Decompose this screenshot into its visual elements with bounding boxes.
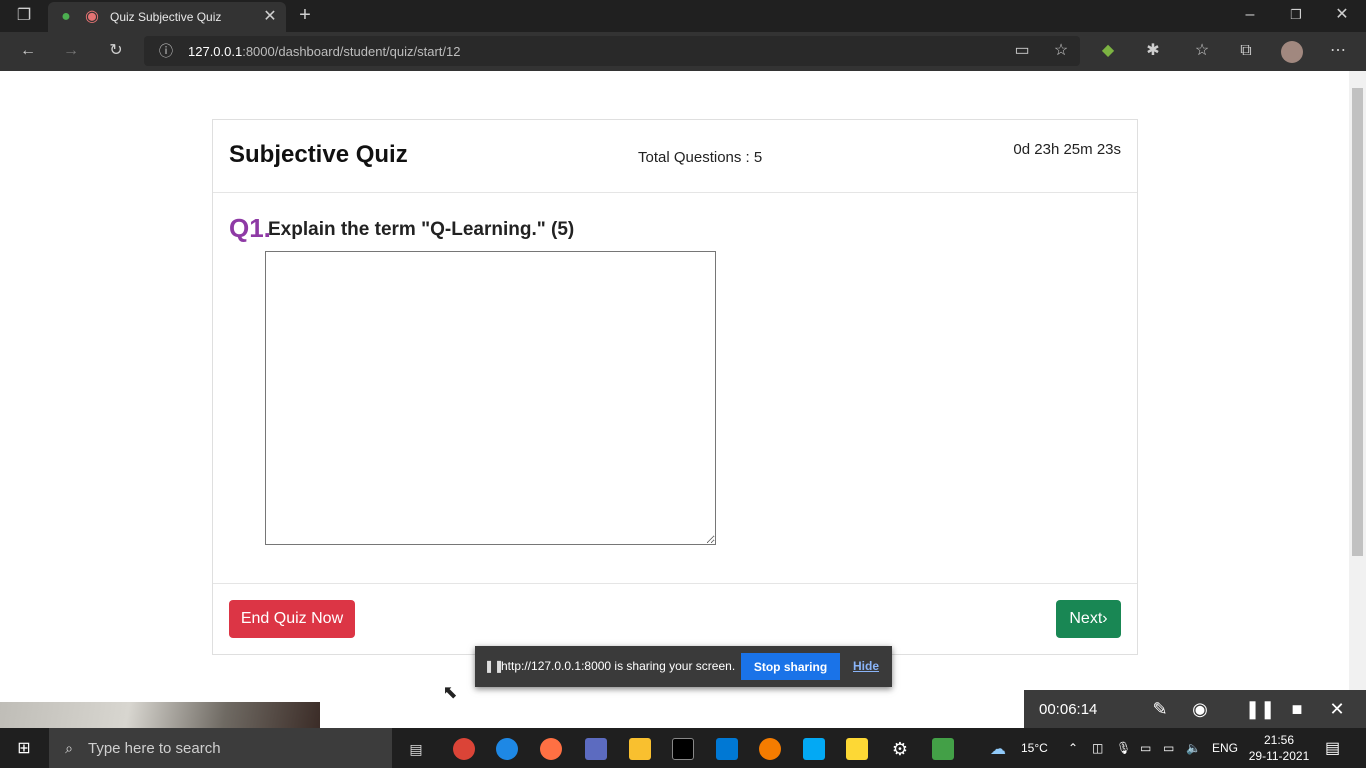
screen-sharing-bar: ❚❚ http://127.0.0.1:8000 is sharing your…: [475, 646, 892, 687]
stop-icon[interactable]: ■: [1285, 699, 1309, 720]
page-scrollbar[interactable]: [1349, 71, 1366, 728]
terminal-icon[interactable]: [672, 738, 694, 760]
taskbar-search[interactable]: ⌕ Type here to search: [49, 728, 392, 768]
answer-textarea[interactable]: [265, 251, 716, 545]
display-icon[interactable]: ▭: [1163, 741, 1174, 755]
scrollbar-thumb[interactable]: [1352, 88, 1363, 556]
show-hidden-icons-icon[interactable]: ⌃: [1068, 741, 1078, 755]
firefox-icon[interactable]: [540, 738, 562, 760]
search-placeholder: Type here to search: [88, 740, 221, 757]
camera-icon[interactable]: ▭: [1012, 43, 1032, 59]
taskbar: ⊞ ⌕ Type here to search ▤ ⚙ ☁ 15°C ⌃ ◫ 🎙…: [0, 728, 1366, 768]
url-host: 127.0.0.1: [188, 44, 243, 59]
chrome-icon[interactable]: [453, 738, 475, 760]
microphone-icon[interactable]: 🎙: [1116, 741, 1131, 755]
sticky-notes-icon[interactable]: [846, 738, 868, 760]
windows-start-icon[interactable]: ⊞: [13, 738, 35, 760]
more-menu-icon[interactable]: ⋯: [1328, 43, 1348, 59]
edge-icon[interactable]: [496, 738, 518, 760]
pen-icon[interactable]: ✎: [1148, 699, 1172, 720]
question-number: Q1.: [229, 213, 271, 243]
forward-icon[interactable]: →: [61, 43, 81, 59]
mouse-cursor-icon: ⬉: [442, 682, 458, 702]
browser-toolbar: ← → ↻ ⓘ 127.0.0.1:8000/dashboard/student…: [0, 32, 1366, 71]
new-tab-icon[interactable]: +: [295, 5, 315, 25]
extensions-icon[interactable]: ✱: [1143, 43, 1163, 59]
back-icon[interactable]: ←: [18, 43, 38, 59]
browser-tab[interactable]: ● ◉ Quiz Subjective Quiz ✕: [48, 2, 286, 32]
quiz-card-header: Subjective Quiz Total Questions : 5 0d 2…: [213, 120, 1137, 193]
recording-elapsed: 00:06:14: [1039, 701, 1098, 718]
restore-icon[interactable]: ❐: [1286, 7, 1306, 23]
quiz-card-footer: End Quiz Now Next›: [213, 583, 1137, 655]
clock-date: 29-11-2021: [1248, 749, 1310, 763]
collections-icon[interactable]: ⧉: [1236, 43, 1256, 59]
hide-link[interactable]: Hide: [853, 659, 879, 673]
jupyter-icon[interactable]: [759, 738, 781, 760]
address-bar[interactable]: ⓘ 127.0.0.1:8000/dashboard/student/quiz/…: [144, 36, 1080, 66]
total-questions: Total Questions : 5: [638, 149, 763, 166]
file-explorer-icon[interactable]: [629, 738, 651, 760]
network-icon[interactable]: ▭: [1140, 741, 1151, 755]
url-path: :8000/dashboard/student/quiz/start/12: [242, 44, 461, 59]
close-window-icon[interactable]: ✕: [1332, 7, 1352, 23]
end-quiz-button[interactable]: End Quiz Now: [229, 600, 355, 638]
search-icon: ⌕: [65, 740, 73, 756]
screen-recorder-icon[interactable]: [932, 738, 954, 760]
favicon-icon: ●: [61, 8, 71, 25]
reload-icon[interactable]: ↻: [106, 43, 126, 59]
webcam-preview: [0, 702, 320, 728]
recorder-bar: 00:06:14 ✎ ◉ ❚❚ ■ ✕: [1024, 690, 1366, 728]
favorites-icon[interactable]: ☆: [1192, 43, 1212, 59]
recording-icon: ◉: [85, 8, 99, 25]
extension-icon[interactable]: ◆: [1098, 43, 1118, 59]
profile-avatar-icon[interactable]: [1281, 41, 1303, 63]
volume-icon[interactable]: 🔈: [1186, 741, 1201, 755]
quiz-card: Subjective Quiz Total Questions : 5 0d 2…: [212, 119, 1138, 655]
minimize-icon[interactable]: –: [1240, 7, 1260, 23]
meet-icon[interactable]: ◫: [1092, 741, 1103, 755]
vscode-icon[interactable]: [716, 738, 738, 760]
weather-icon[interactable]: ☁: [990, 739, 1006, 759]
sharing-message: http://127.0.0.1:8000 is sharing your sc…: [501, 659, 736, 673]
task-view-icon[interactable]: ▤: [405, 738, 427, 760]
clock[interactable]: 21:56 29-11-2021: [1246, 732, 1312, 764]
language-indicator[interactable]: ENG: [1212, 741, 1238, 755]
stop-sharing-button[interactable]: Stop sharing: [741, 653, 840, 680]
site-info-icon[interactable]: ⓘ: [156, 43, 176, 59]
weather-temp[interactable]: 15°C: [1021, 741, 1048, 755]
close-recorder-icon[interactable]: ✕: [1325, 699, 1349, 720]
quiz-timer: 0d 23h 25m 23s: [1013, 141, 1121, 158]
tab-title: Quiz Subjective Quiz: [110, 10, 222, 24]
screenshot-icon[interactable]: ◉: [1188, 699, 1212, 720]
question-text: Explain the term "Q-Learning." (5): [268, 219, 575, 240]
next-button[interactable]: Next›: [1056, 600, 1121, 638]
settings-icon[interactable]: ⚙: [889, 738, 911, 760]
store-icon[interactable]: [803, 738, 825, 760]
add-favorite-icon[interactable]: ☆: [1051, 43, 1071, 59]
close-tab-icon[interactable]: ✕: [260, 9, 280, 25]
browser-tab-bar: ❐ ● ◉ Quiz Subjective Quiz ✕ + – ❐ ✕: [0, 0, 1366, 32]
quiz-title: Subjective Quiz: [229, 141, 408, 168]
clock-time: 21:56: [1263, 733, 1295, 747]
tab-actions-icon[interactable]: ❐: [14, 8, 34, 24]
notifications-icon[interactable]: ▤: [1325, 738, 1340, 758]
app-icon[interactable]: [585, 738, 607, 760]
pause-icon[interactable]: ❚❚: [1245, 699, 1275, 720]
